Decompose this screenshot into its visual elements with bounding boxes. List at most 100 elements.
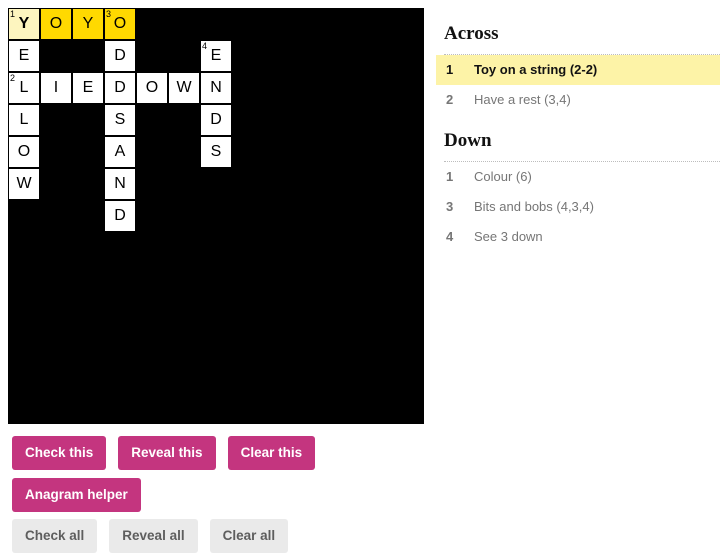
crossword-grid[interactable]: 1YOY3OED4E2LIEDOWNLSDOASWND (8, 8, 424, 424)
grid-cell-letter: D (114, 79, 126, 96)
grid-block-cell (392, 392, 424, 424)
grid-block-cell (328, 200, 360, 232)
grid-block-cell (136, 8, 168, 40)
grid-block-cell (168, 136, 200, 168)
grid-cell-letter: L (19, 111, 29, 128)
clear-all-button[interactable]: Clear all (209, 519, 289, 553)
grid-block-cell (360, 296, 392, 328)
grid-cell[interactable]: 3O (104, 8, 136, 40)
grid-block-cell (72, 136, 104, 168)
grid-cell[interactable]: S (200, 136, 232, 168)
grid-cell[interactable]: W (8, 168, 40, 200)
clue-down-3[interactable]: 3 Bits and bobs (4,3,4) (444, 192, 720, 222)
helper-actions-row: Anagram helper (12, 478, 141, 512)
grid-block-cell (8, 296, 40, 328)
grid-cell[interactable]: D (200, 104, 232, 136)
clue-text: See 3 down (474, 229, 543, 244)
clear-this-button[interactable]: Clear this (227, 436, 316, 470)
grid-cell[interactable]: N (200, 72, 232, 104)
grid-cell-letter: Y (18, 15, 30, 32)
grid-cell[interactable]: Y (72, 8, 104, 40)
grid-block-cell (40, 40, 72, 72)
crossword-app: 1YOY3OED4E2LIEDOWNLSDOASWND Across 1 Toy … (0, 0, 720, 556)
reveal-this-button[interactable]: Reveal this (118, 436, 216, 470)
grid-block-cell (168, 296, 200, 328)
grid-cell-letter: O (145, 79, 159, 96)
down-clue-list: 1 Colour (6) 3 Bits and bobs (4,3,4) 4 See 3 … (444, 162, 720, 252)
anagram-helper-button[interactable]: Anagram helper (12, 478, 141, 512)
grid-cell[interactable]: S (104, 104, 136, 136)
grid-cell[interactable]: A (104, 136, 136, 168)
grid-cell[interactable]: 2L (8, 72, 40, 104)
grid-block-cell (360, 8, 392, 40)
grid-block-cell (8, 328, 40, 360)
grid-block-cell (40, 296, 72, 328)
grid-cell[interactable]: O (136, 72, 168, 104)
grid-block-cell (328, 104, 360, 136)
grid-block-cell (296, 40, 328, 72)
clue-down-4[interactable]: 4 See 3 down (444, 222, 720, 252)
grid-block-cell (392, 168, 424, 200)
grid-block-cell (360, 360, 392, 392)
grid-block-cell (200, 296, 232, 328)
grid-block-cell (232, 136, 264, 168)
clue-down-1[interactable]: 1 Colour (6) (444, 162, 720, 192)
grid-block-cell (328, 328, 360, 360)
grid-cell[interactable]: D (104, 72, 136, 104)
grid-block-cell (232, 296, 264, 328)
check-this-button[interactable]: Check this (12, 436, 107, 470)
grid-cell[interactable]: 1Y (8, 8, 40, 40)
grid-block-cell (296, 296, 328, 328)
crossword-grid-cells[interactable]: 1YOY3OED4E2LIEDOWNLSDOASWND (8, 8, 424, 424)
grid-block-cell (40, 232, 72, 264)
grid-cell[interactable]: E (8, 40, 40, 72)
grid-block-cell (136, 40, 168, 72)
grid-cell[interactable]: D (104, 200, 136, 232)
grid-block-cell (360, 104, 392, 136)
grid-block-cell (264, 136, 296, 168)
clue-number: 4 (446, 229, 454, 244)
grid-block-cell (168, 328, 200, 360)
grid-block-cell (264, 104, 296, 136)
grid-cell-letter: D (210, 111, 222, 128)
grid-cell-letter: L (19, 79, 29, 96)
grid-cell[interactable]: D (104, 40, 136, 72)
grid-block-cell (392, 360, 424, 392)
grid-block-cell (296, 264, 328, 296)
across-heading: Across (444, 23, 499, 44)
clue-across-1[interactable]: 1 Toy on a string (2-2) (436, 55, 720, 85)
grid-cell[interactable]: O (40, 8, 72, 40)
grid-block-cell (232, 264, 264, 296)
clue-text: Toy on a string (2-2) (474, 62, 598, 77)
grid-cell[interactable]: W (168, 72, 200, 104)
grid-cell[interactable]: O (8, 136, 40, 168)
grid-cell-letter: Y (82, 15, 94, 32)
grid-cell[interactable]: 4E (200, 40, 232, 72)
grid-block-cell (360, 168, 392, 200)
grid-block-cell (232, 360, 264, 392)
clue-text: Have a rest (3,4) (474, 92, 571, 107)
grid-block-cell (360, 200, 392, 232)
grid-cell-letter: O (17, 143, 31, 160)
grid-cell-letter: D (114, 207, 126, 224)
grid-block-cell (264, 296, 296, 328)
grid-cell[interactable]: L (8, 104, 40, 136)
grid-actions-row: Check all Reveal all Clear all (12, 519, 289, 553)
grid-block-cell (168, 200, 200, 232)
grid-cell-letter: E (82, 79, 94, 96)
grid-cell[interactable]: N (104, 168, 136, 200)
grid-block-cell (40, 200, 72, 232)
grid-cell[interactable]: I (40, 72, 72, 104)
grid-cell-letter: W (176, 79, 192, 96)
grid-block-cell (328, 40, 360, 72)
clue-across-2[interactable]: 2 Have a rest (3,4) (444, 85, 720, 115)
grid-block-cell (232, 392, 264, 424)
grid-block-cell (392, 200, 424, 232)
grid-block-cell (392, 232, 424, 264)
check-all-button[interactable]: Check all (12, 519, 98, 553)
grid-block-cell (200, 8, 232, 40)
reveal-all-button[interactable]: Reveal all (109, 519, 198, 553)
grid-block-cell (328, 72, 360, 104)
grid-block-cell (40, 392, 72, 424)
grid-cell[interactable]: E (72, 72, 104, 104)
